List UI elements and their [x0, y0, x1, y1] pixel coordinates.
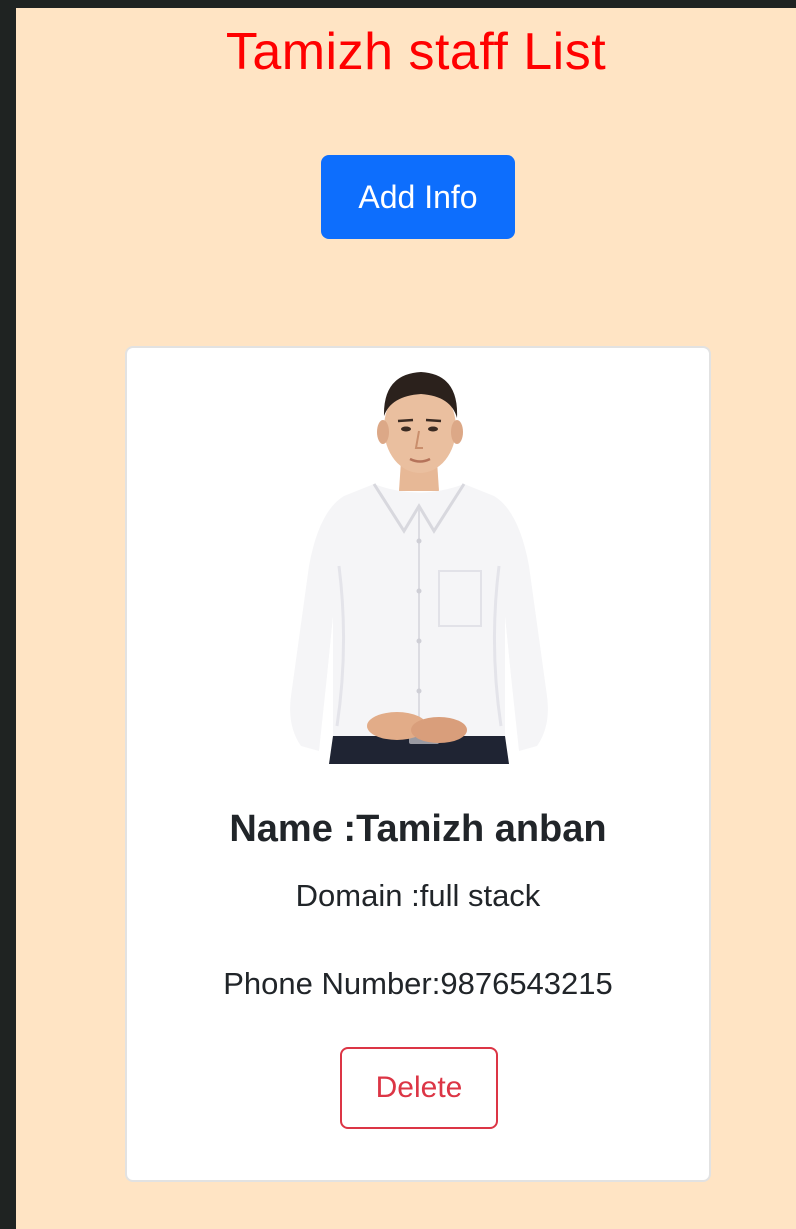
window-top-edge: [0, 0, 796, 8]
staff-domain: Domain :full stack: [295, 878, 541, 913]
delete-button[interactable]: Delete: [340, 1047, 498, 1129]
person-photo: [290, 372, 548, 764]
page-frame: Tamizh staff List Add Info Name:Tamizh …: [16, 8, 796, 1229]
page-title: Tamizh staff List: [225, 23, 607, 81]
staff-name: Name :Tamizh anban: [229, 808, 607, 850]
staff-phone: Phone Number:9876543215: [223, 966, 613, 1001]
staff-card: Name :Tamizh anban Domain :full stack Ph…: [125, 346, 711, 1182]
add-info-button[interactable]: Add Info: [321, 155, 515, 239]
